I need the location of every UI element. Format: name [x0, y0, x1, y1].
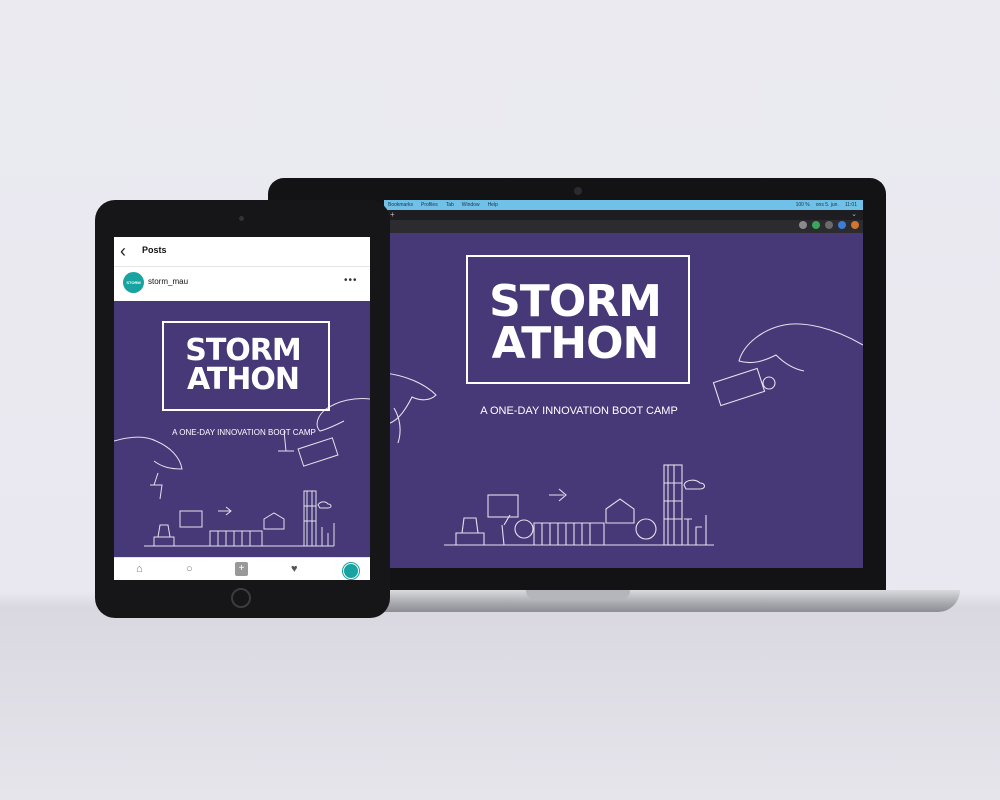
- monument-icon: [455, 517, 485, 545]
- extension-icon[interactable]: [825, 221, 833, 229]
- left-hand-icon: [384, 372, 437, 426]
- more-dots-icon[interactable]: •••: [344, 275, 358, 286]
- laptop-notch: [526, 590, 630, 599]
- person-icon: [501, 514, 511, 546]
- menu-window[interactable]: Window: [462, 200, 480, 210]
- whiteboard-icon: [487, 494, 519, 518]
- cloud-icon: [683, 479, 706, 490]
- lego-brick-icon: [297, 437, 339, 467]
- chess-piece-icon: [150, 472, 163, 500]
- browser-tab-bar: + ⌄: [384, 210, 863, 220]
- chevron-down-icon[interactable]: ⌄: [851, 210, 857, 220]
- avatar[interactable]: [851, 221, 859, 229]
- menu-tab[interactable]: Tab: [446, 200, 454, 210]
- extension-icon[interactable]: [812, 221, 820, 229]
- post-image: STORM ATHON A ONE-DAY INNOVATION BOOT CA…: [114, 301, 370, 557]
- menubar-clock[interactable]: 11:01: [845, 200, 857, 210]
- mac-menus: Bookmarks Profiles Tab Window Help: [388, 200, 498, 210]
- whiteboard-icon: [179, 510, 203, 528]
- menu-bookmarks[interactable]: Bookmarks: [388, 200, 413, 210]
- menu-profiles[interactable]: Profiles: [421, 200, 438, 210]
- heart-icon[interactable]: ♥: [291, 562, 298, 576]
- book-icon: [263, 512, 285, 530]
- home-button[interactable]: [231, 588, 251, 608]
- post-illustration: [114, 398, 370, 547]
- laptop-screen: Bookmarks Profiles Tab Window Help 100 %…: [384, 200, 863, 568]
- battery-percent[interactable]: 100 %: [796, 200, 810, 210]
- new-tab-button[interactable]: +: [390, 210, 395, 220]
- search-icon[interactable]: ○: [186, 562, 193, 576]
- tower-icon: [663, 464, 683, 546]
- tablet-camera: [239, 216, 244, 221]
- clock-icon: [514, 519, 534, 539]
- avatar[interactable]: STORM: [123, 272, 144, 293]
- tower-icon: [303, 490, 317, 547]
- add-post-icon[interactable]: +: [235, 562, 248, 576]
- arrow-right-icon: [549, 488, 567, 502]
- fence-icon: [209, 530, 263, 547]
- menu-help[interactable]: Help: [488, 200, 498, 210]
- tablet-screen: ‹ Posts STORM storm_mau ••• STORM ATHON …: [114, 237, 370, 580]
- chess-piece-icon: [278, 430, 294, 452]
- extension-icon[interactable]: [838, 221, 846, 229]
- page-title: Posts: [142, 245, 167, 255]
- monument-icon: [153, 524, 175, 546]
- post-username[interactable]: storm_mau: [148, 277, 188, 286]
- home-icon[interactable]: ⌂: [136, 562, 143, 576]
- right-hand-icon: [316, 398, 370, 432]
- fence-icon: [533, 522, 605, 546]
- mac-menubar: Bookmarks Profiles Tab Window Help 100 %…: [384, 200, 863, 210]
- mac-status-area: 100 % ons 5. jun. 11:01: [796, 200, 857, 210]
- signpost-icon: [321, 523, 335, 546]
- instagram-header: ‹ Posts: [114, 237, 370, 267]
- cloud-icon: [317, 501, 332, 509]
- lego-brick-icon: [712, 367, 766, 407]
- book-icon: [605, 498, 635, 524]
- signpost-icon: [684, 515, 707, 545]
- browser-toolbar: [384, 220, 863, 233]
- extension-icons: [799, 221, 859, 229]
- play-icon[interactable]: [799, 221, 807, 229]
- chevron-left-icon[interactable]: ‹: [120, 241, 126, 261]
- profile-icon[interactable]: [343, 563, 359, 579]
- slide-content: STORM ATHON A ONE-DAY INNOVATION BOOT CA…: [384, 233, 863, 568]
- gear-icon: [635, 518, 657, 540]
- arrow-right-icon: [218, 506, 232, 516]
- right-hand-icon: [738, 323, 863, 372]
- left-hand-icon: [114, 436, 183, 470]
- slide-illustration: [384, 323, 863, 546]
- instagram-bottom-nav: ⌂ ○ + ♥: [114, 557, 370, 580]
- laptop-camera: [574, 187, 582, 195]
- menubar-date[interactable]: ons 5. jun.: [816, 200, 839, 210]
